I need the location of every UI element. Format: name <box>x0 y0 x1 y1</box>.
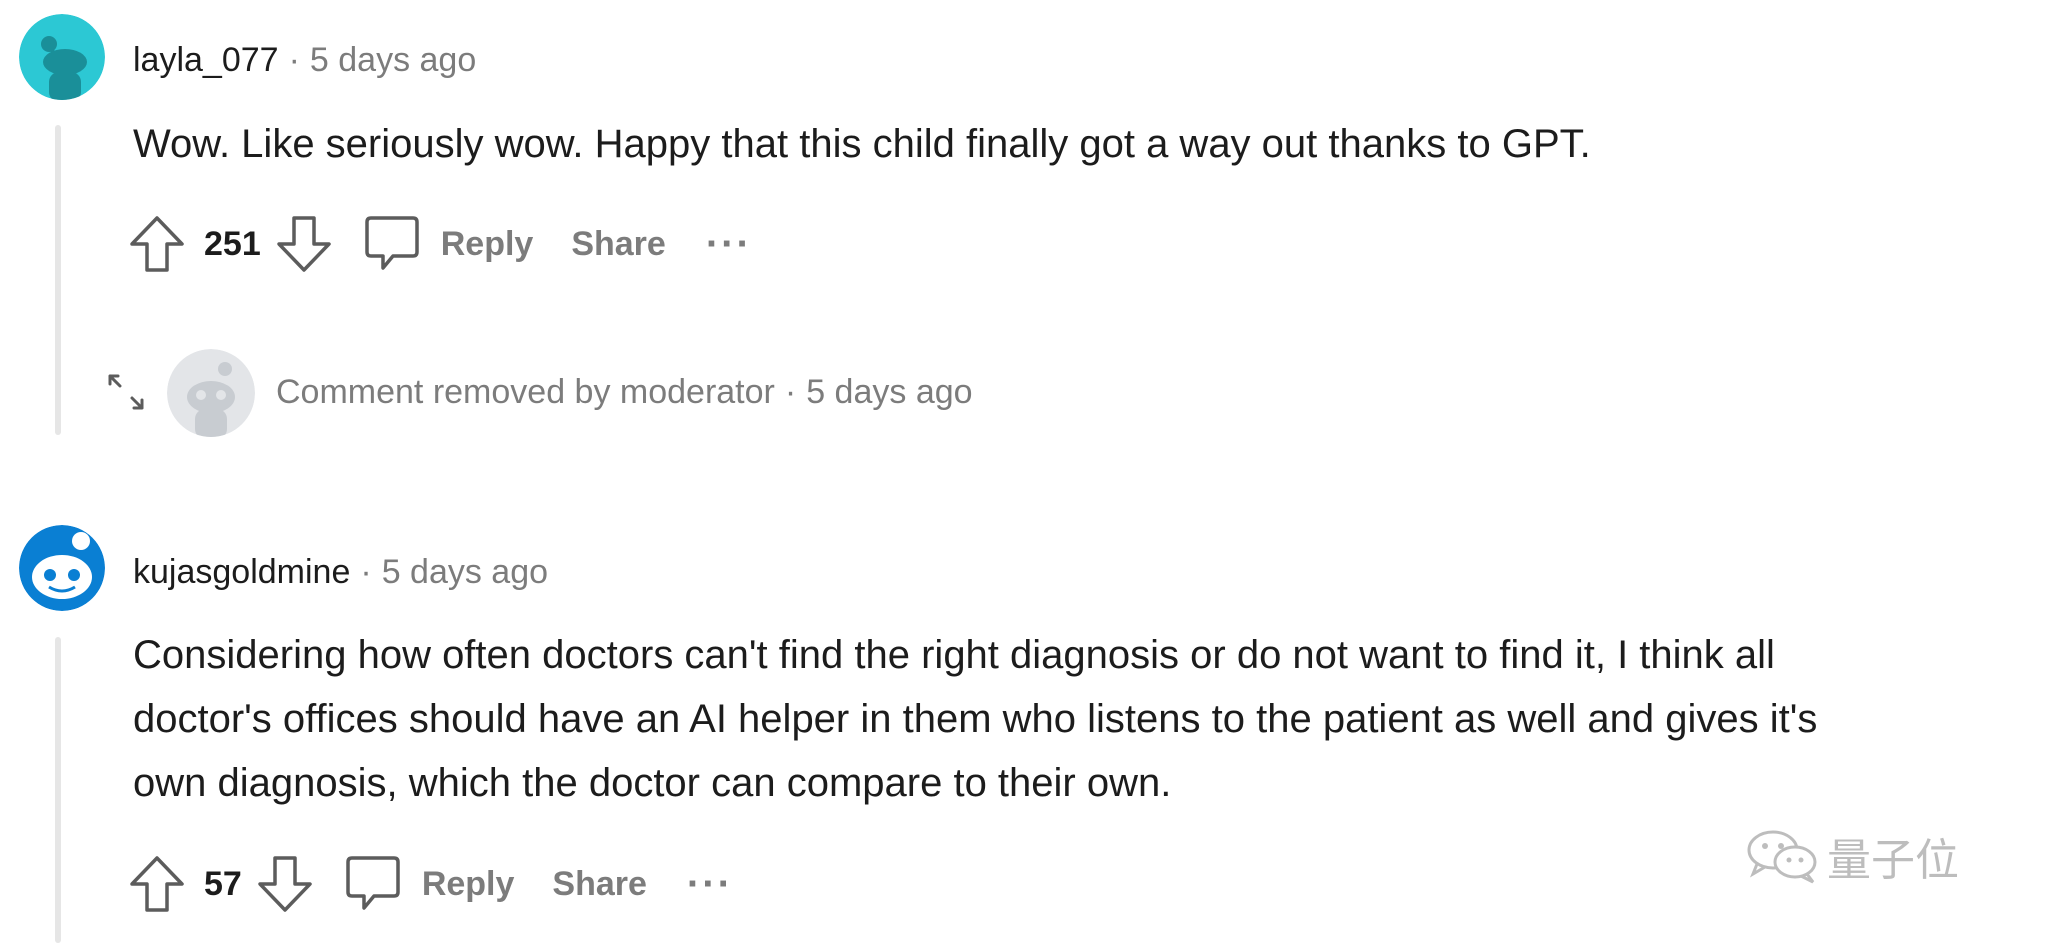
comment-body-line: doctor's offices should have an AI helpe… <box>133 697 1818 741</box>
downvote-icon[interactable] <box>256 854 314 914</box>
watermark-text: 量子位 <box>1827 835 1959 886</box>
expand-icon[interactable] <box>106 372 146 412</box>
comment-body-line: own diagnosis, which the doctor can comp… <box>133 761 1172 805</box>
meta-separator: · <box>288 41 300 79</box>
downvote-icon[interactable] <box>275 214 333 274</box>
removed-comment-meta: Comment removed by moderator · 5 days ago <box>276 372 973 412</box>
comment-meta: kujasgoldmine · 5 days ago <box>133 552 548 592</box>
share-button[interactable]: Share <box>571 225 666 264</box>
avatar-removed <box>167 349 255 437</box>
thread-line-comment-1[interactable] <box>55 125 61 435</box>
comment-body-line: Considering how often doctors can't find… <box>133 633 1775 677</box>
comment-meta: layla_077 · 5 days ago <box>133 40 476 80</box>
meta-separator: · <box>360 553 372 591</box>
removed-comment-text: Comment removed by moderator <box>276 373 775 411</box>
username[interactable]: kujasgoldmine <box>133 553 350 591</box>
snoo-avatar-icon <box>19 525 105 611</box>
timestamp[interactable]: 5 days ago <box>806 373 972 411</box>
thread-line-comment-2[interactable] <box>55 637 61 943</box>
timestamp[interactable]: 5 days ago <box>382 553 548 591</box>
comment-bubble-icon[interactable] <box>363 214 421 274</box>
upvote-icon[interactable] <box>128 854 186 914</box>
more-options-button[interactable]: ··· <box>706 222 752 267</box>
comment-actions: 251 Reply Share ··· <box>128 214 752 274</box>
snoo-avatar-placeholder-icon <box>167 349 255 437</box>
reply-button[interactable]: Reply <box>441 225 534 264</box>
timestamp[interactable]: 5 days ago <box>310 41 476 79</box>
username[interactable]: layla_077 <box>133 41 279 79</box>
comment-bubble-icon[interactable] <box>344 854 402 914</box>
vote-count: 57 <box>204 864 242 903</box>
wechat-icon <box>1747 830 1817 884</box>
snoo-avatar-icon <box>19 14 105 100</box>
reply-button[interactable]: Reply <box>422 865 515 904</box>
avatar[interactable] <box>19 14 105 100</box>
meta-separator: · <box>784 373 797 411</box>
vote-count: 251 <box>204 224 261 263</box>
comment-body: Wow. Like seriously wow. Happy that this… <box>133 112 1591 176</box>
share-button[interactable]: Share <box>552 865 647 904</box>
comment-body-line: Wow. Like seriously wow. Happy that this… <box>133 122 1591 166</box>
more-options-button[interactable]: ··· <box>687 862 733 907</box>
comment-body: Considering how often doctors can't find… <box>133 623 1817 815</box>
upvote-icon[interactable] <box>128 214 186 274</box>
watermark: 量子位 <box>1743 824 1959 888</box>
avatar[interactable] <box>19 525 105 611</box>
comment-actions: 57 Reply Share ··· <box>128 854 733 914</box>
